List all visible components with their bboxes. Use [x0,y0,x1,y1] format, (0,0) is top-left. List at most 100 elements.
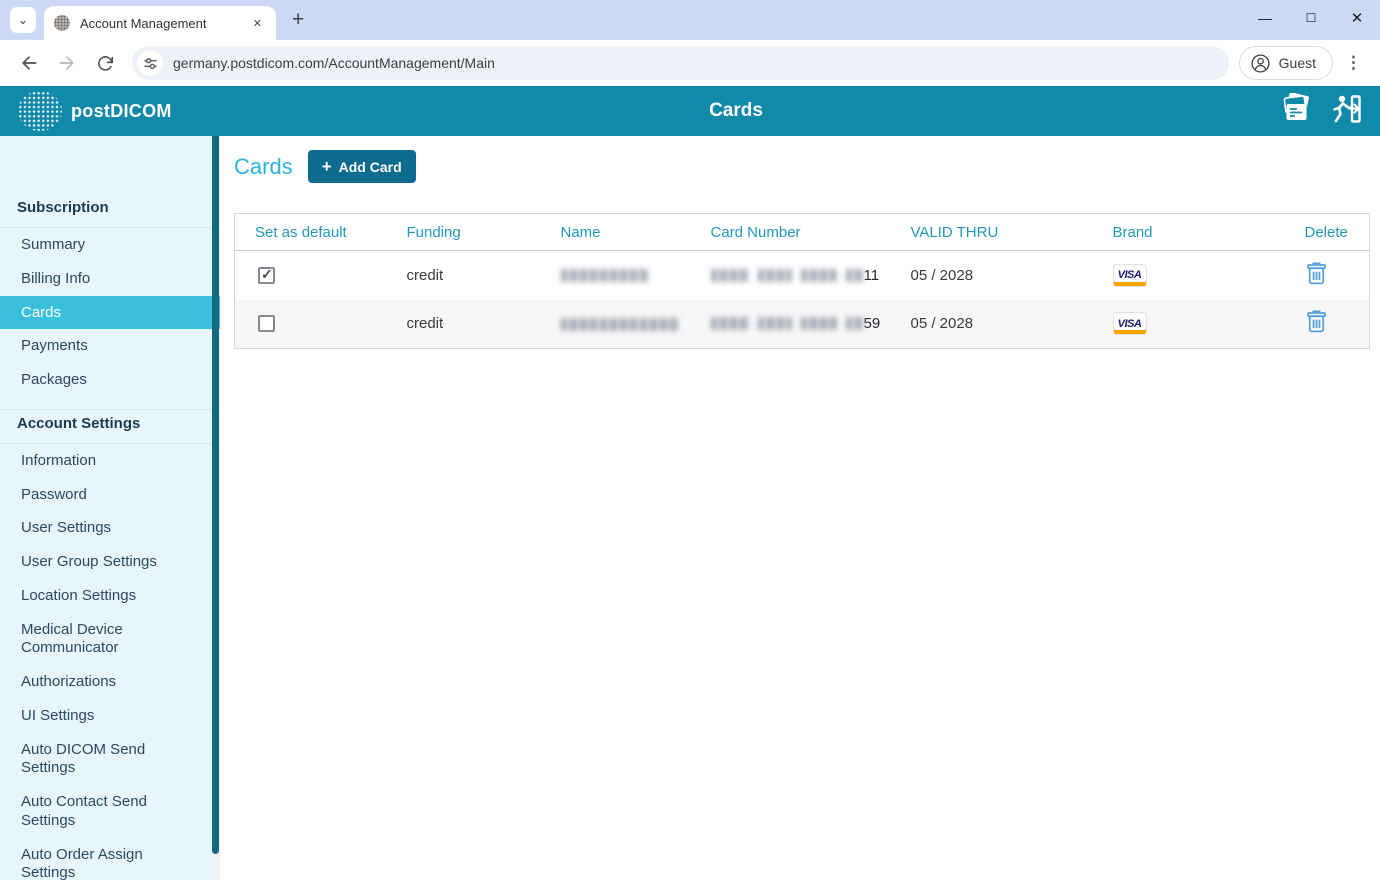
sidebar-item-user-group-settings[interactable]: User Group Settings [0,545,220,579]
minimize-button[interactable]: — [1242,0,1288,36]
sidebar-item-location-settings[interactable]: Location Settings [0,579,220,613]
redacted-number-group [846,317,864,330]
cell-card-number: 11 [691,251,891,300]
reload-button[interactable] [90,48,120,78]
sidebar-item-information[interactable]: Information [0,444,220,478]
cell-set-default [235,300,387,349]
back-button[interactable] [14,48,44,78]
page-title: Cards [709,100,763,122]
delete-card-button[interactable] [1305,309,1328,338]
browser-menu-button[interactable]: ⋮ [1345,53,1362,73]
cell-delete [1285,300,1370,349]
sidebar-item-cards[interactable]: Cards [0,296,220,330]
redacted-number-group [801,269,837,282]
url-bar[interactable]: germany.postdicom.com/AccountManagement/… [132,46,1229,80]
redacted-number-group [758,317,792,330]
forward-arrow-icon [57,53,77,73]
redacted-number-group [711,317,749,330]
card-number: 11 [711,267,891,284]
card-number-suffix: 11 [864,267,880,284]
tab-title: Account Management [80,16,247,31]
redacted-name [561,318,679,331]
sidebar-item-billing-info[interactable]: Billing Info [0,262,220,296]
browser-tab[interactable]: Account Management ✕ [44,6,276,40]
sidebar-item-medical-device-communicator[interactable]: Medical Device Communicator [0,613,220,666]
cell-delete [1285,251,1370,300]
redacted-number-group [711,269,749,282]
browser-tab-strip: ⌄ Account Management ✕ + — ☐ ✕ [0,0,1380,40]
site-settings-button[interactable] [137,50,163,76]
site-favicon [54,15,70,31]
person-icon [1250,53,1271,74]
plus-icon: + [322,158,332,175]
redacted-name [561,269,649,282]
sidebar-gap [0,397,220,409]
redacted-number-group [846,269,864,282]
trash-icon [1305,309,1328,334]
sidebar-nav: SubscriptionSummaryBilling InfoCardsPaym… [0,194,220,880]
add-card-button[interactable]: + Add Card [308,150,416,183]
cell-name [541,251,691,300]
delete-card-button[interactable] [1305,261,1328,290]
redacted-number-group [801,317,837,330]
column-header-card-number: Card Number [691,214,891,251]
cell-brand: VISA [1093,251,1285,300]
cards-table: Set as defaultFundingNameCard NumberVALI… [234,213,1370,349]
sidebar-item-password[interactable]: Password [0,478,220,512]
sidebar-item-packages[interactable]: Packages [0,363,220,397]
sidebar-item-authorizations[interactable]: Authorizations [0,665,220,699]
card-row: credit 11 05 / 2028 VISA [235,251,1370,300]
column-header-brand: Brand [1093,214,1285,251]
cell-card-number: 59 [691,300,891,349]
cell-valid-thru: 05 / 2028 [891,251,1093,300]
url-text[interactable]: germany.postdicom.com/AccountManagement/… [173,55,495,71]
main-content: Cards + Add Card Set as defaultFundingNa… [220,136,1380,880]
tab-close-icon[interactable]: ✕ [247,15,268,32]
column-header-funding: Funding [387,214,541,251]
set-default-checkbox[interactable] [258,315,275,332]
cell-funding: credit [387,251,541,300]
window-controls: — ☐ ✕ [1242,0,1380,36]
card-number: 59 [711,315,891,332]
cards-stack-icon[interactable] [1278,93,1314,130]
sidebar-scrollbar-thumb[interactable] [212,136,219,854]
sidebar-item-auto-dicom-send-settings[interactable]: Auto DICOM Send Settings [0,733,220,786]
visa-badge: VISA [1113,312,1147,335]
sidebar-scrollbar-track[interactable] [212,854,219,880]
sidebar-item-ui-settings[interactable]: UI Settings [0,699,220,733]
new-tab-button[interactable]: + [292,8,304,32]
card-number-last-group: 59 [846,315,881,332]
tab-search-button[interactable]: ⌄ [10,7,36,33]
sidebar-section-account-settings: Account Settings [0,410,220,443]
reload-icon [96,54,115,73]
postdicom-logo: postDICOM [18,91,172,131]
cards-table-body: credit 11 05 / 2028 VISAcredit 59 05 / 2028 VI… [235,251,1370,349]
close-button[interactable]: ✕ [1334,0,1380,36]
browser-window: ⌄ Account Management ✕ + — ☐ ✕ [0,0,1380,880]
profile-button[interactable]: Guest [1239,46,1333,80]
trash-icon [1305,261,1328,286]
sidebar: SubscriptionSummaryBilling InfoCardsPaym… [0,136,220,880]
sidebar-item-summary[interactable]: Summary [0,228,220,262]
sidebar-item-payments[interactable]: Payments [0,329,220,363]
sidebar-item-auto-order-assign-settings[interactable]: Auto Order Assign Settings [0,838,220,880]
column-header-delete: Delete [1285,214,1370,251]
table-header-row: Set as defaultFundingNameCard NumberVALI… [235,214,1370,251]
sidebar-item-user-settings[interactable]: User Settings [0,511,220,545]
forward-button[interactable] [52,48,82,78]
cell-valid-thru: 05 / 2028 [891,300,1093,349]
app-header: postDICOM Cards [0,86,1380,136]
chevron-down-icon: ⌄ [18,12,29,28]
column-header-valid-thru: VALID THRU [891,214,1093,251]
logout-icon[interactable] [1330,93,1362,130]
sidebar-section-subscription: Subscription [0,194,220,227]
card-number-last-group: 11 [846,267,880,284]
set-default-checkbox[interactable] [258,267,275,284]
visa-badge: VISA [1113,264,1147,287]
add-card-label: Add Card [339,159,402,175]
profile-label: Guest [1279,55,1316,71]
logo-sphere-icon [18,91,62,131]
brand-name: postDICOM [71,101,172,122]
maximize-button[interactable]: ☐ [1288,0,1334,36]
sidebar-item-auto-contact-send-settings[interactable]: Auto Contact Send Settings [0,785,220,838]
